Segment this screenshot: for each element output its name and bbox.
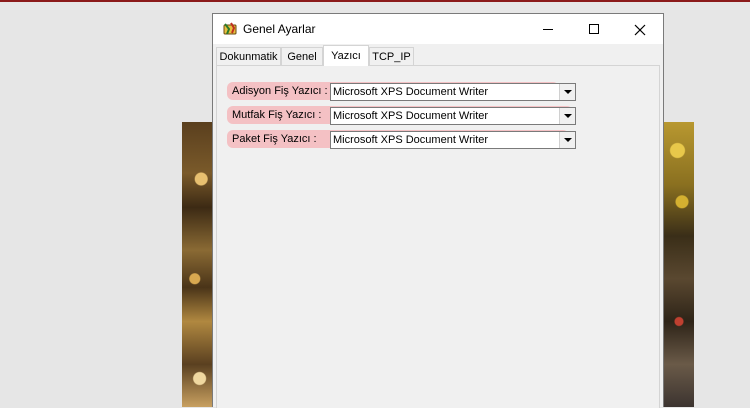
- printer-settings-panel: Adisyon Fiş Yazıcı : Microsoft XPS Docum…: [216, 65, 660, 408]
- mutfak-printer-select[interactable]: Microsoft XPS Document Writer: [330, 107, 576, 125]
- window-title: Genel Ayarlar: [243, 22, 316, 36]
- chevron-down-icon: [564, 90, 572, 94]
- background-photo-right: [664, 122, 694, 407]
- minimize-icon: [543, 29, 553, 30]
- chevron-down-icon: [564, 114, 572, 118]
- adisyon-printer-select[interactable]: Microsoft XPS Document Writer: [330, 83, 576, 101]
- chevron-down-icon: [564, 138, 572, 142]
- adisyon-printer-label: Adisyon Fiş Yazıcı :: [232, 85, 328, 97]
- tab-genel[interactable]: Genel: [281, 47, 323, 66]
- maximize-button[interactable]: [571, 14, 617, 44]
- mutfak-dropdown-button[interactable]: [559, 108, 575, 124]
- mutfak-printer-label: Mutfak Fiş Yazıcı :: [232, 109, 322, 121]
- paket-printer-label: Paket Fiş Yazıcı :: [232, 133, 317, 145]
- tab-yazici[interactable]: Yazıcı: [323, 45, 369, 66]
- tab-tcp-ip[interactable]: TCP_IP: [369, 47, 414, 66]
- close-button[interactable]: [617, 14, 663, 44]
- background-top-accent: [0, 0, 750, 2]
- settings-window: Genel Ayarlar Dokunmatik Genel Yazıcı TC…: [212, 13, 664, 408]
- maximize-icon: [589, 24, 599, 34]
- mutfak-printer-value: Microsoft XPS Document Writer: [333, 110, 489, 122]
- adisyon-printer-value: Microsoft XPS Document Writer: [333, 86, 489, 98]
- close-icon: [634, 23, 646, 36]
- paket-printer-value: Microsoft XPS Document Writer: [333, 134, 489, 146]
- background-photo-left: [182, 122, 214, 407]
- minimize-button[interactable]: [525, 14, 571, 44]
- title-bar[interactable]: Genel Ayarlar: [213, 14, 663, 44]
- tab-dokunmatik[interactable]: Dokunmatik: [216, 47, 281, 66]
- app-icon: [222, 21, 238, 37]
- adisyon-dropdown-button[interactable]: [559, 84, 575, 100]
- paket-printer-select[interactable]: Microsoft XPS Document Writer: [330, 131, 576, 149]
- paket-dropdown-button[interactable]: [559, 132, 575, 148]
